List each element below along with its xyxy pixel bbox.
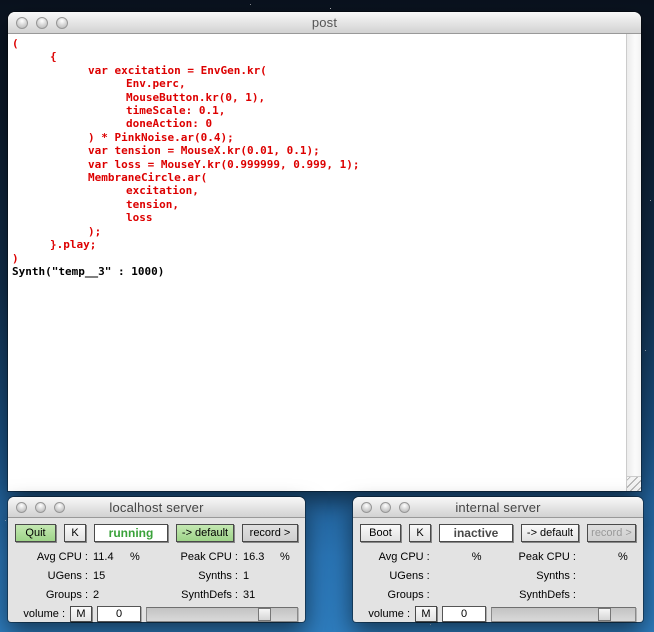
server-stats: Avg CPU : % Peak CPU : % UGens : Synth bbox=[360, 547, 636, 604]
groups-stat: Groups : bbox=[360, 589, 490, 601]
executed-code: ( { var excitation = EnvGen.kr( Env.perc… bbox=[8, 34, 641, 265]
window-controls bbox=[16, 12, 68, 33]
window-controls bbox=[16, 497, 65, 517]
post-window: post ( { var excitation = EnvGen.kr( Env… bbox=[8, 12, 641, 491]
boot-button[interactable]: Boot bbox=[360, 524, 401, 542]
volume-input[interactable] bbox=[442, 606, 486, 622]
close-button[interactable] bbox=[361, 502, 372, 513]
synths-stat: Synths : bbox=[490, 570, 636, 582]
server-stats: Avg CPU : 11.4 % Peak CPU : 16.3 % UGens… bbox=[15, 547, 298, 604]
mute-button[interactable]: M bbox=[415, 606, 437, 622]
close-button[interactable] bbox=[16, 17, 28, 29]
server-status: running bbox=[94, 524, 168, 542]
peak-cpu-stat: Peak CPU : % bbox=[490, 551, 636, 563]
window-title: localhost server bbox=[109, 500, 203, 515]
internal-server-window: internal server Boot K inactive -> defau… bbox=[353, 497, 643, 622]
zoom-button[interactable] bbox=[54, 502, 65, 513]
minimize-button[interactable] bbox=[380, 502, 391, 513]
volume-slider-thumb[interactable] bbox=[598, 608, 611, 621]
ugens-stat: UGens : 15 bbox=[15, 570, 148, 582]
kill-button[interactable]: K bbox=[409, 524, 431, 542]
internal-titlebar[interactable]: internal server bbox=[353, 497, 643, 518]
mute-button[interactable]: M bbox=[70, 606, 92, 622]
window-title: post bbox=[312, 15, 337, 30]
volume-input[interactable] bbox=[97, 606, 141, 622]
kill-button[interactable]: K bbox=[64, 524, 86, 542]
set-default-button[interactable]: -> default bbox=[521, 524, 579, 542]
volume-slider[interactable] bbox=[146, 607, 298, 622]
zoom-button[interactable] bbox=[56, 17, 68, 29]
localhost-server-window: localhost server Quit K running -> defau… bbox=[8, 497, 305, 622]
avg-cpu-stat: Avg CPU : % bbox=[360, 551, 490, 563]
record-button[interactable]: record > bbox=[587, 524, 636, 542]
server-status: inactive bbox=[439, 524, 513, 542]
post-text-area[interactable]: ( { var excitation = EnvGen.kr( Env.perc… bbox=[8, 34, 641, 491]
quit-button[interactable]: Quit bbox=[15, 524, 56, 542]
vertical-scrollbar[interactable] bbox=[626, 34, 641, 491]
synthdefs-stat: SynthDefs : 31 bbox=[148, 589, 298, 601]
resize-grip[interactable] bbox=[626, 476, 641, 491]
post-titlebar[interactable]: post bbox=[8, 12, 641, 34]
post-output: Synth("temp__3" : 1000) bbox=[8, 265, 641, 278]
minimize-button[interactable] bbox=[36, 17, 48, 29]
synths-stat: Synths : 1 bbox=[148, 570, 298, 582]
record-button[interactable]: record > bbox=[242, 524, 298, 542]
localhost-titlebar[interactable]: localhost server bbox=[8, 497, 305, 518]
close-button[interactable] bbox=[16, 502, 27, 513]
volume-slider[interactable] bbox=[491, 607, 636, 622]
window-controls bbox=[361, 497, 410, 517]
avg-cpu-stat: Avg CPU : 11.4 % bbox=[15, 551, 148, 563]
minimize-button[interactable] bbox=[35, 502, 46, 513]
window-title: internal server bbox=[455, 500, 540, 515]
groups-stat: Groups : 2 bbox=[15, 589, 148, 601]
zoom-button[interactable] bbox=[399, 502, 410, 513]
volume-slider-thumb[interactable] bbox=[258, 608, 271, 621]
peak-cpu-stat: Peak CPU : 16.3 % bbox=[148, 551, 298, 563]
set-default-button[interactable]: -> default bbox=[176, 524, 234, 542]
ugens-stat: UGens : bbox=[360, 570, 490, 582]
volume-label: volume : bbox=[15, 608, 65, 620]
volume-label: volume : bbox=[360, 608, 410, 620]
synthdefs-stat: SynthDefs : bbox=[490, 589, 636, 601]
